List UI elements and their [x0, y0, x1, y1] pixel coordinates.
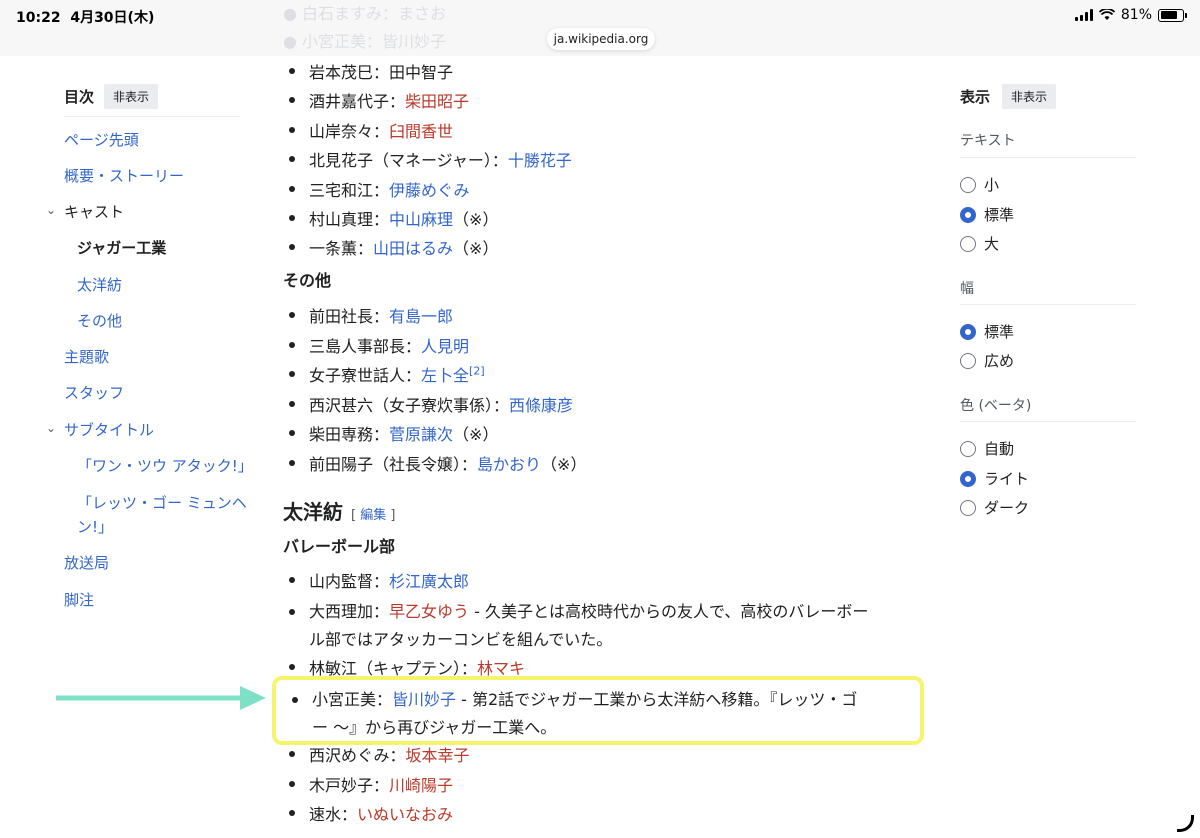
list-item: 山岸奈々：臼間香世	[283, 118, 453, 142]
toc-item-cast[interactable]: ⌄ キャスト	[46, 201, 124, 222]
actor-link[interactable]: 有島一郎	[389, 307, 453, 326]
color-label: 色 (ベータ)	[960, 398, 1032, 414]
toc-item-theme-song[interactable]: 主題歌	[64, 346, 109, 367]
actor-link[interactable]: 川崎陽子	[389, 776, 453, 795]
list-item: 木戸妙子：川崎陽子	[283, 772, 453, 796]
status-time: 10:22 4月30日(木)	[16, 10, 155, 26]
status-right: 81%	[1074, 7, 1187, 23]
toc-item-jaguar[interactable]: ジャガー工業	[77, 237, 166, 258]
chevron-down-icon[interactable]: ⌄	[46, 421, 56, 435]
width-standard[interactable]: 標準	[960, 321, 1014, 342]
actor-link[interactable]: 菅原謙次	[389, 425, 453, 444]
list-item: 北見花子（マネージャー）：十勝花子	[283, 147, 572, 171]
list-item: 山内監督：杉江廣太郎	[283, 568, 469, 592]
heading-volleyball: バレーボール部	[283, 537, 396, 556]
toc-item-page-top[interactable]: ページ先頭	[64, 129, 139, 150]
width-wide[interactable]: 広め	[960, 350, 1014, 371]
actor-link[interactable]: 山田はるみ	[373, 239, 453, 258]
wifi-icon	[1098, 9, 1115, 20]
footnote-ref[interactable]: [2]	[469, 365, 485, 378]
list-item: 酒井嘉代子：柴田昭子	[283, 88, 469, 112]
url-bar[interactable]: ja.wikipedia.org	[547, 28, 655, 50]
actor-link[interactable]: 西條康彦	[509, 396, 573, 415]
actor-link[interactable]: 伊藤めぐみ	[389, 181, 469, 200]
actor-link[interactable]: 坂本幸子	[405, 746, 469, 765]
list-item: 一条薫：山田はるみ（※）	[283, 235, 498, 259]
list-item: 柴田専務：菅原謙次（※）	[283, 421, 498, 445]
list-item: 村山真理：中山麻理（※）	[283, 206, 498, 230]
actor-link[interactable]: 中山麻理	[389, 210, 453, 229]
list-item: 前田社長：有島一郎	[283, 303, 453, 327]
actor-link[interactable]: 左卜全	[421, 366, 469, 385]
cellular-signal-icon	[1074, 9, 1093, 21]
toc-item-taiyo[interactable]: 太洋紡	[77, 274, 122, 295]
chevron-down-icon[interactable]: ⌄	[46, 203, 56, 217]
list-item: 女子寮世話人：左卜全[2]	[283, 362, 485, 386]
list-item: 大西理加：早乙女ゆう - 久美子とは高校時代からの友人で、高校のバレーボー ル部で…	[283, 598, 868, 654]
actor-link[interactable]: 臼間香世	[389, 122, 453, 141]
toc-item-one-two-attack[interactable]: 「ワン・ツウ アタック!」	[77, 455, 253, 476]
edit-section-link[interactable]: [ 編集 ]	[351, 508, 395, 523]
toc-item-lets-go-munich[interactable]: 「レッツ・ゴー ミュンヘ ン!」	[77, 491, 247, 539]
radio-icon	[960, 352, 976, 369]
list-item: 西沢めぐみ：坂本幸子	[283, 742, 470, 766]
arrow-annotation-icon	[56, 686, 266, 710]
text-size-label: テキスト	[960, 133, 1016, 149]
color-light[interactable]: ライト	[960, 468, 1029, 489]
list-item: 前田陽子（社長令嬢）：島かおり（※）	[283, 451, 586, 475]
text-size-standard[interactable]: 標準	[960, 204, 1014, 225]
battery-percent: 81%	[1120, 7, 1152, 23]
text-size-small[interactable]: 小	[960, 174, 999, 195]
highlight-box: 小宮正美：皆川妙子 - 第2話でジャガー工業から太洋紡へ移籍。『レッツ・ゴ ー …	[272, 676, 924, 745]
toc-item-footnotes[interactable]: 脚注	[64, 589, 94, 610]
width-label: 幅	[960, 281, 974, 297]
toc-header: 目次 非表示	[64, 82, 240, 117]
list-item: 三島人事部長：人見明	[283, 333, 469, 357]
list-item: 速水：いぬいなおみ	[283, 801, 453, 825]
radio-selected-icon	[960, 206, 976, 223]
radio-selected-icon	[960, 470, 976, 487]
actor-link[interactable]: 皆川妙子	[392, 690, 456, 709]
color-auto[interactable]: 自動	[960, 438, 1014, 459]
toc-item-other[interactable]: その他	[77, 310, 122, 331]
section-heading-taiyo: 太洋紡[ 編集 ]	[283, 500, 396, 524]
actor-link[interactable]: 島かおり	[477, 455, 541, 474]
actor-link[interactable]: 早乙女ゆう	[389, 602, 469, 621]
list-item: 岩本茂巳：田中智子	[283, 59, 453, 83]
radio-icon	[960, 235, 976, 252]
list-item: 三宅和江：伊藤めぐみ	[283, 177, 470, 201]
actor-link[interactable]: 人見明	[421, 337, 469, 356]
highlighted-list-item: 小宮正美：皆川妙子 - 第2話でジャガー工業から太洋紡へ移籍。『レッツ・ゴ ー …	[286, 686, 857, 742]
text-size-large[interactable]: 大	[960, 233, 999, 254]
radio-icon	[960, 499, 976, 516]
resize-corner-icon	[1177, 815, 1194, 832]
radio-icon	[960, 176, 976, 193]
display-header: 表示 非表示	[960, 82, 1136, 116]
toc-title: 目次	[64, 87, 95, 106]
display-settings-panel: 表示 非表示 テキスト 小 標準 大 幅 標準 広め 色 (ベータ) 自動 ライ…	[960, 82, 1136, 517]
display-hide-button[interactable]: 非表示	[1002, 83, 1057, 109]
display-title: 表示	[960, 87, 991, 106]
toc-item-broadcaster[interactable]: 放送局	[64, 552, 109, 573]
radio-selected-icon	[960, 323, 976, 340]
actor-link[interactable]: いぬいなおみ	[357, 805, 453, 824]
status-bar: 10:22 4月30日(木) 81% ja.wikipedia.org	[0, 0, 1200, 56]
color-dark[interactable]: ダーク	[960, 497, 1029, 518]
heading-other: その他	[283, 271, 332, 290]
toc-item-subtitles[interactable]: ⌄ サブタイトル	[46, 419, 154, 440]
table-of-contents: 目次 非表示 ページ先頭 概要・ストーリー ⌄ キャスト ジャガー工業 太洋紡 そ…	[46, 82, 253, 609]
actor-link[interactable]: 柴田昭子	[405, 92, 469, 111]
toc-hide-button[interactable]: 非表示	[104, 83, 159, 109]
toc-item-staff[interactable]: スタッフ	[64, 382, 124, 403]
list-item: 西沢甚六（女子寮炊事係）：西條康彦	[283, 392, 573, 416]
actor-link[interactable]: 十勝花子	[508, 151, 572, 170]
toc-item-overview[interactable]: 概要・ストーリー	[64, 165, 184, 186]
battery-icon	[1158, 8, 1187, 22]
actor-link[interactable]: 杉江廣太郎	[389, 572, 469, 591]
radio-icon	[960, 440, 976, 457]
